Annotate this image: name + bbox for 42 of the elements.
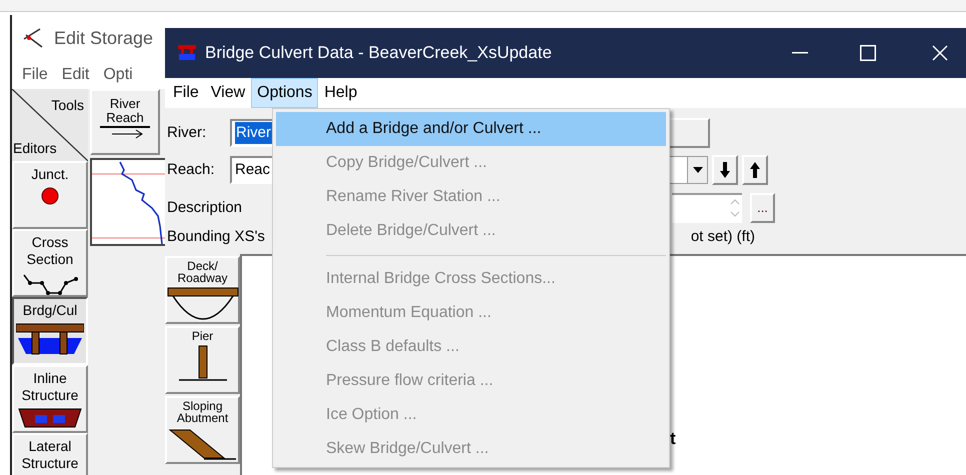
editor-button[interactable]: Cross Section — [12, 229, 88, 297]
menu-item[interactable]: Add a Bridge and/or Culvert ... — [276, 112, 666, 146]
close-icon[interactable] — [932, 45, 948, 61]
panel-text: t — [670, 428, 676, 450]
window-title: Edit Storage — [54, 26, 154, 50]
bounding-note: ot set) (ft) — [690, 226, 755, 247]
arrow-up-icon — [750, 162, 760, 178]
minimize-icon[interactable] — [792, 52, 808, 54]
menu-item[interactable]: File — [167, 78, 205, 108]
tab[interactable]: Pier — [165, 326, 240, 394]
reach-label: Reach: — [166, 160, 216, 180]
next-down-button[interactable] — [712, 155, 738, 185]
tab[interactable]: Sloping Abutment — [165, 396, 240, 464]
editor-button[interactable]: Junct. — [12, 161, 88, 229]
tab[interactable]: Deck/ Roadway — [165, 256, 240, 324]
editor-button[interactable]: Lateral Structure — [12, 433, 88, 475]
maximize-icon[interactable] — [860, 45, 876, 61]
river-reach-button[interactable]: River Reach — [90, 89, 160, 155]
description-field[interactable] — [672, 193, 742, 223]
junction-icon — [40, 186, 60, 206]
description-button[interactable]: ... — [750, 193, 775, 223]
bridge-icon — [16, 322, 84, 356]
menu-item[interactable]: Options — [251, 78, 318, 108]
bridge-app-icon — [177, 44, 197, 62]
menu-item[interactable]: Opti — [103, 63, 133, 87]
tools-label: Tools — [51, 96, 84, 115]
previous-up-button[interactable] — [742, 155, 768, 185]
arrow-down-icon — [720, 162, 730, 178]
menu-item[interactable]: View — [204, 78, 252, 108]
editor-button[interactable]: Inline Structure — [12, 365, 88, 433]
river-reach-arrow-icon — [98, 125, 152, 139]
river-label: River: — [166, 122, 208, 143]
menu-item[interactable]: Help — [318, 78, 364, 108]
menu-item[interactable]: Edit — [62, 63, 90, 87]
menu-item[interactable]: File — [22, 63, 48, 87]
inline-structure-icon — [17, 407, 83, 429]
storage-app-icon — [22, 27, 44, 49]
editor-button[interactable]: Brdg/Cul — [12, 297, 88, 365]
description-label: Description — [166, 198, 242, 218]
window-title: Bridge Culvert Data - BeaverCreek_XsUpdate — [205, 42, 552, 64]
editors-label: Editors — [13, 139, 57, 158]
bounding-label: Bounding XS's — [166, 226, 265, 247]
